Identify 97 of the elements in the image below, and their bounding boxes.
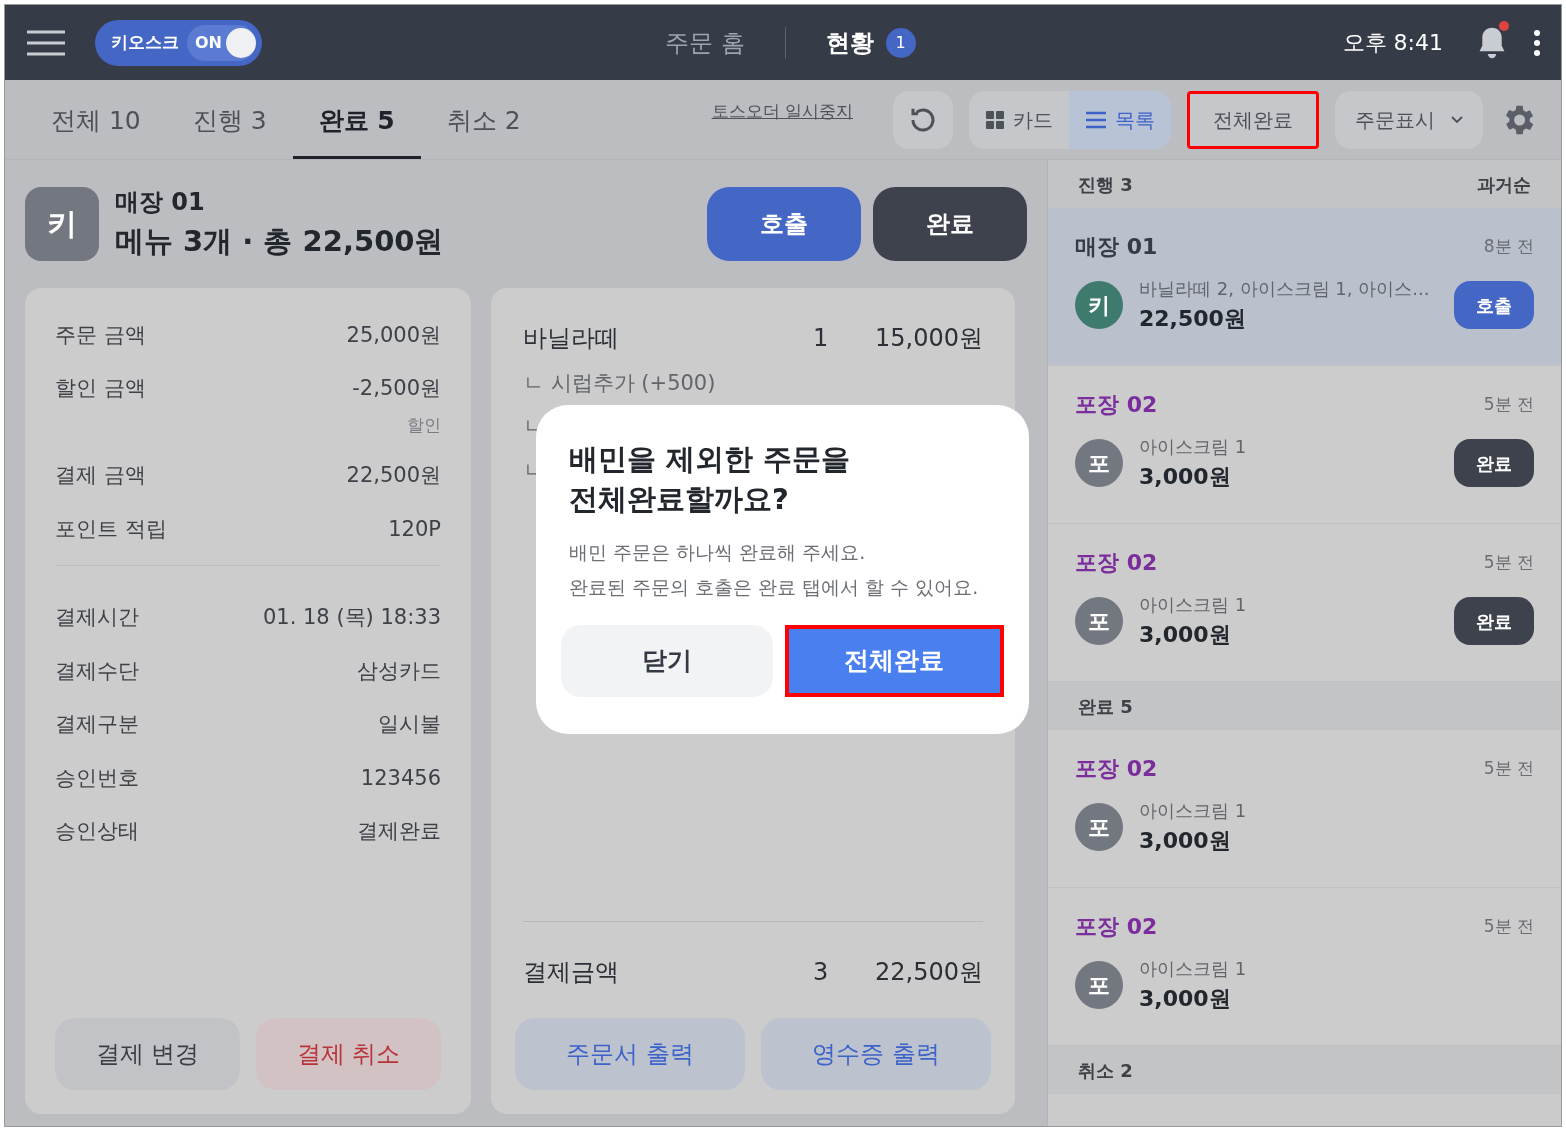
payment-label: 결제수단: [55, 657, 139, 685]
status-tab[interactable]: 전체 10: [25, 85, 167, 159]
payment-label: 주문 금액: [55, 321, 146, 349]
payment-value: 삼성카드: [357, 657, 441, 685]
order-items: 아이스크림 1: [1139, 799, 1248, 823]
payment-button[interactable]: 결제 변경: [55, 1018, 240, 1090]
payment-value: 결제완료: [357, 818, 441, 845]
order-channel: 포장 02: [1075, 913, 1158, 941]
order-avatar: 키: [1075, 281, 1123, 329]
order-amount: 3,000원: [1139, 621, 1232, 649]
total-price: 22,500원: [874, 957, 983, 988]
toggle-state: ON: [195, 31, 222, 54]
order-channel: 포장 02: [1075, 755, 1158, 783]
order-amount: 22,500원: [1139, 305, 1247, 333]
nav-tab[interactable]: 현황 1: [825, 24, 916, 61]
payment-label: 결제 금액: [55, 462, 146, 489]
item-price: 15,000원: [874, 322, 983, 354]
pause-link[interactable]: 토스오더 일시중지: [711, 98, 853, 125]
refresh-button[interactable]: [893, 90, 953, 149]
item-qty: 1: [813, 322, 830, 354]
menu-icon[interactable]: [25, 28, 67, 57]
clock-time: 오후 8:41: [1342, 29, 1443, 57]
total-qty: 3: [813, 957, 830, 988]
dialog-button[interactable]: 전체완료: [784, 625, 1004, 697]
status-tab[interactable]: 완료 5: [292, 85, 421, 159]
section-header: 진행 3: [1078, 172, 1133, 197]
order-button[interactable]: 완료: [873, 186, 1027, 261]
chevron-down-icon: [1451, 115, 1463, 124]
order-channel: 포장 02: [1075, 391, 1158, 419]
order-time: 5분 전: [1483, 914, 1534, 938]
payment-value: 123456: [360, 764, 441, 792]
item-name: 바닐라떼: [523, 322, 620, 354]
order-card[interactable]: 매장 01 8분 전 키 바닐라떼 2, 아이스크림 1, 아이스... 22,500원 호출: [1048, 208, 1561, 366]
order-title: 매장 01: [115, 187, 206, 218]
order-amount: 3,000원: [1139, 827, 1232, 855]
display-select[interactable]: 주문표시: [1335, 90, 1483, 149]
payment-label: 승인번호: [55, 764, 139, 792]
section-header: 완료 5: [1078, 694, 1133, 719]
nav-tab[interactable]: 주문 홈: [665, 24, 745, 61]
status-tab[interactable]: 취소 2: [420, 85, 547, 159]
order-avatar: 키: [25, 186, 99, 261]
payment-label: 결제시간: [55, 604, 139, 631]
payment-label: 할인 금액: [55, 375, 146, 402]
kiosk-label: 키오스크: [111, 30, 179, 54]
order-amount: 3,000원: [1139, 463, 1232, 491]
status-tab[interactable]: 진행 3: [166, 85, 293, 159]
item-option: ㄴ 시럽추가 (+500): [523, 367, 983, 399]
order-time: 5분 전: [1483, 756, 1534, 780]
payment-value: 일시불: [378, 711, 441, 738]
order-items: 바닐라떼 2, 아이스크림 1, 아이스...: [1139, 277, 1431, 301]
payment-value: 120P: [388, 515, 441, 543]
order-button[interactable]: 호출: [707, 186, 861, 261]
payment-value: 22,500원: [346, 462, 441, 489]
order-time: 5분 전: [1483, 392, 1534, 416]
view-option[interactable]: 목록: [1069, 90, 1171, 149]
order-avatar: 포: [1075, 961, 1123, 1009]
section-header: 취소 2: [1078, 1058, 1133, 1083]
order-items: 아이스크림 1: [1139, 593, 1248, 617]
payment-label: 결제구분: [55, 711, 139, 738]
payment-value: -2,500원: [352, 375, 441, 402]
dialog-message: 완료된 주문의 호출은 완료 탭에서 할 수 있어요.: [569, 575, 980, 600]
payment-value: 01. 18 (목) 18:33: [262, 604, 441, 631]
kiosk-toggle[interactable]: 키오스크 ON: [95, 19, 262, 66]
dialog-button[interactable]: 닫기: [561, 625, 773, 697]
payment-button[interactable]: 결제 취소: [256, 1018, 441, 1090]
dialog-message: 배민 주문은 하나씩 완료해 주세요.: [569, 540, 867, 565]
order-avatar: 포: [1075, 803, 1123, 851]
dialog-title: 전체완료할까요?: [569, 481, 790, 518]
order-channel: 포장 02: [1075, 549, 1158, 577]
sort-option[interactable]: 과거순: [1477, 170, 1531, 198]
order-items: 아이스크림 1: [1139, 957, 1248, 981]
payment-note: 할인: [407, 413, 441, 437]
order-channel: 매장 01: [1075, 233, 1158, 261]
list-icon: [1085, 110, 1107, 129]
order-time: 8분 전: [1483, 234, 1534, 258]
total-label: 결제금액: [523, 957, 620, 988]
payment-label: 승인상태: [55, 818, 139, 845]
order-summary: 메뉴 3개 · 총 22,500원: [115, 223, 444, 260]
print-button[interactable]: 영수증 출력: [761, 1018, 991, 1090]
toggle-knob: [226, 27, 256, 58]
order-action-button[interactable]: 완료: [1454, 597, 1534, 645]
print-button[interactable]: 주문서 출력: [515, 1018, 745, 1090]
payment-label: 포인트 적립: [55, 515, 167, 543]
order-avatar: 포: [1075, 597, 1123, 645]
grid-icon: [985, 109, 1005, 130]
order-action-button[interactable]: 호출: [1454, 281, 1534, 329]
more-icon[interactable]: [1533, 28, 1541, 57]
order-items: 아이스크림 1: [1139, 435, 1248, 459]
order-time: 5분 전: [1483, 550, 1534, 574]
view-option[interactable]: 카드: [969, 90, 1069, 149]
dialog-title: 배민을 제외한 주문을: [569, 441, 852, 478]
count-badge: 1: [885, 27, 916, 58]
payment-value: 25,000원: [346, 321, 441, 349]
complete-all-button[interactable]: 전체완료: [1187, 90, 1319, 149]
order-avatar: 포: [1075, 439, 1123, 487]
order-action-button[interactable]: 완료: [1454, 439, 1534, 487]
order-amount: 3,000원: [1139, 985, 1232, 1013]
